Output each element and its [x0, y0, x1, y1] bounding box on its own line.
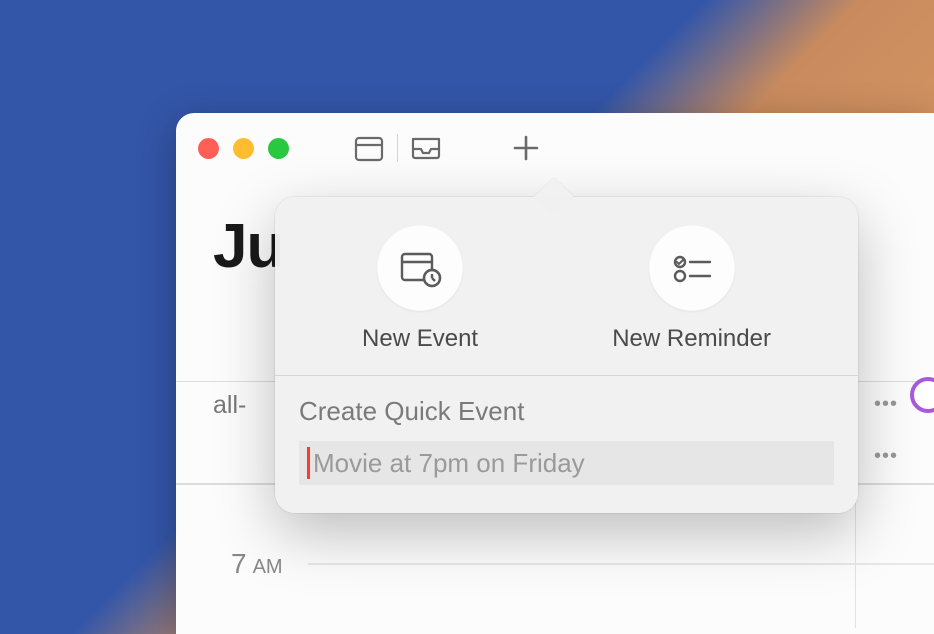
text-cursor: [307, 447, 310, 479]
titlebar: [176, 113, 934, 183]
event-ellipsis-2[interactable]: •••: [872, 442, 900, 470]
inbox-icon: [410, 135, 442, 161]
popover-options: New Event New Reminder: [275, 197, 858, 375]
reminder-list-icon: [670, 250, 714, 286]
quick-event-section: Create Quick Event: [275, 376, 858, 513]
window-close-button[interactable]: [198, 138, 219, 159]
calendar-clock-icon: [398, 248, 442, 288]
quick-event-input[interactable]: [299, 441, 834, 485]
hour-gridline: [308, 563, 934, 565]
plus-icon: [513, 135, 539, 161]
month-title: Ju: [213, 211, 283, 282]
event-ellipsis[interactable]: •••: [872, 390, 900, 418]
hour-ampm: AM: [253, 556, 283, 579]
new-reminder-label: New Reminder: [612, 325, 771, 353]
quick-event-label: Create Quick Event: [299, 396, 834, 427]
inbox-button[interactable]: [398, 130, 454, 166]
window-zoom-button[interactable]: [268, 138, 289, 159]
window-minimize-button[interactable]: [233, 138, 254, 159]
quick-event-input-wrap: [299, 441, 834, 485]
hour-number: 7: [231, 548, 247, 580]
new-reminder-button[interactable]: New Reminder: [612, 225, 771, 353]
add-popover: New Event New Reminder Create Quick Even…: [275, 197, 858, 513]
add-button[interactable]: [498, 130, 554, 166]
event-indicator-ring[interactable]: [910, 377, 934, 413]
new-event-button[interactable]: New Event: [362, 225, 478, 353]
toolbar: [341, 130, 554, 166]
calendars-button[interactable]: [341, 130, 397, 166]
allday-label: all-: [213, 391, 246, 420]
calendar-icon: [354, 134, 384, 162]
new-event-label: New Event: [362, 325, 478, 353]
new-event-icon-circle: [377, 225, 463, 311]
window-controls: [198, 138, 289, 159]
new-reminder-icon-circle: [649, 225, 735, 311]
